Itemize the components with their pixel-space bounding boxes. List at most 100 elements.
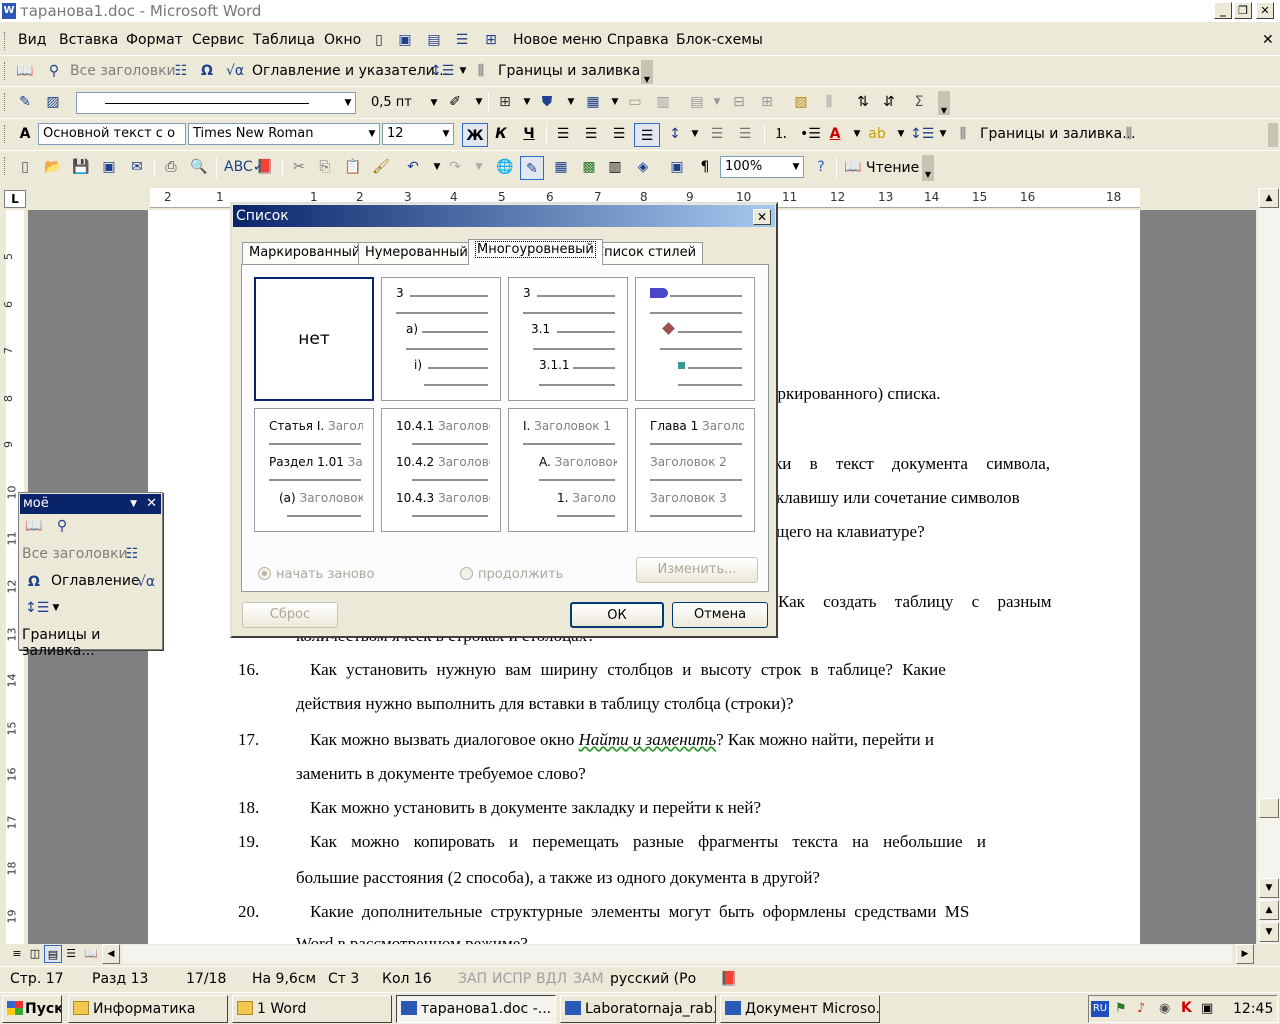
spelling-status-icon[interactable]: 📕 (720, 971, 737, 987)
dialog-close-button[interactable]: ✕ (753, 209, 771, 225)
dialog-title-bar[interactable]: Список ✕ (233, 205, 775, 227)
toolbar-options-chevron[interactable]: ▼ (641, 60, 653, 84)
underline-button[interactable]: Ч (520, 125, 538, 143)
continue-radio[interactable] (460, 567, 473, 580)
permission-icon[interactable]: ▣ (100, 158, 118, 176)
borders-shading-button[interactable]: Границы и заливка... (980, 126, 1136, 142)
taskbar-item[interactable]: 1 Word (232, 995, 392, 1023)
borders-shading-button[interactable]: Границы и заливка... (498, 63, 654, 79)
format-painter-icon[interactable]: 🖌 (372, 158, 390, 176)
tab-selector[interactable]: L (4, 190, 26, 208)
menu-new-menu[interactable]: Новое меню (513, 32, 602, 48)
highlight-icon[interactable]: ab (868, 125, 886, 143)
line-spacing-icon[interactable]: ↕ (666, 125, 684, 143)
chevron-down-icon[interactable]: ▼ (439, 124, 453, 144)
print-icon[interactable]: ⎙ (162, 158, 180, 176)
line-style-combo[interactable]: ▼ (76, 92, 356, 114)
taskbar-item-active[interactable]: таранова1.doc -... (396, 995, 556, 1023)
outline-view-icon[interactable]: ☰ (62, 945, 80, 963)
chevron-down-icon[interactable]: ▼ (562, 93, 580, 111)
omega-icon[interactable]: Ω (25, 573, 43, 591)
line-spacing-icon[interactable]: ↕☰ (25, 599, 49, 617)
floating-toolbar-title[interactable]: моё ▼ ✕ (20, 494, 161, 514)
scroll-thumb[interactable] (1259, 798, 1279, 818)
font-combo[interactable]: Times New Roman ▼ (188, 123, 380, 145)
chevron-down-icon[interactable]: ▼ (428, 158, 446, 176)
align-icon[interactable]: ▤ (688, 93, 706, 111)
binoculars-icon[interactable]: ⚲ (45, 62, 63, 80)
font-color-icon[interactable]: A (826, 125, 844, 143)
taskbar-item[interactable]: Информатика (68, 995, 228, 1023)
status-extend[interactable]: ВДЛ (536, 971, 567, 987)
minimize-button[interactable]: _ (1214, 2, 1232, 19)
chevron-down-icon[interactable]: ▼ (365, 124, 379, 144)
menu-view[interactable]: Вид (18, 32, 46, 48)
document-map-icon[interactable]: 📖 (16, 62, 34, 80)
monitor-icon[interactable]: ▣ (1201, 1001, 1213, 1016)
close-button[interactable]: ✕ (1256, 2, 1274, 19)
style-combo[interactable]: Основной текст с о (38, 123, 186, 145)
list-option-3-3.1-3.1.1[interactable]: 3 3.1 3.1.1 (508, 277, 628, 401)
undo-icon[interactable]: ↶ (404, 158, 422, 176)
menu-grip[interactable] (4, 32, 7, 50)
status-record[interactable]: ЗАП (458, 971, 487, 987)
copy-icon[interactable]: ⎘ (316, 158, 334, 176)
reset-button[interactable]: Сброс (242, 602, 338, 628)
align-left-icon[interactable]: ☰ (554, 125, 572, 143)
shading-color-icon[interactable]: ⛊ (538, 93, 556, 111)
borders-icon[interactable]: ⫼ (1120, 125, 1138, 143)
omega-icon[interactable]: Ω (198, 62, 216, 80)
tab-bulleted[interactable]: Маркированный (242, 242, 368, 264)
chevron-down-icon[interactable]: ▼ (470, 158, 488, 176)
increase-indent-icon[interactable]: ☰ (736, 125, 754, 143)
tables-borders-icon[interactable]: ✎ (520, 156, 544, 180)
outline-icon[interactable]: ☰ (453, 31, 471, 49)
chevron-down-icon[interactable]: ▼ (892, 125, 910, 143)
ok-button[interactable]: ОК (570, 602, 664, 628)
chevron-down-icon[interactable]: ▼ (47, 599, 65, 617)
antivirus-icon[interactable]: K (1181, 1000, 1192, 1016)
structure-icon[interactable]: ⊞ (482, 31, 500, 49)
menu-format[interactable]: Формат (126, 32, 183, 48)
columns-icon[interactable]: ▥ (606, 158, 624, 176)
chevron-down-icon[interactable]: ▼ (454, 62, 472, 80)
first-line-indent-marker[interactable] (260, 188, 270, 196)
align-center-icon[interactable]: ☰ (582, 125, 600, 143)
volume-icon[interactable]: ♪ (1137, 1001, 1145, 1016)
list-option-chapter[interactable]: Глава 1 Заголов Заголовок 2 Заголовок 3 (635, 408, 755, 532)
toolbar-options-chevron[interactable] (1268, 123, 1278, 147)
bullets-icon[interactable]: •☰ (800, 125, 821, 143)
list-dialog[interactable]: Список ✕ Маркированный Нумерованный Мног… (230, 202, 778, 638)
document-map-icon[interactable]: 📖 (25, 517, 43, 535)
taskbar-item[interactable]: Документ Microso... (720, 995, 880, 1023)
open-icon[interactable]: 📂 (44, 158, 62, 176)
close-icon[interactable]: ✕ (146, 494, 157, 514)
paste-icon[interactable]: 📋 (344, 158, 362, 176)
list-option-none[interactable]: нет (254, 277, 374, 401)
toolbar-grip[interactable] (4, 93, 7, 111)
toc-button[interactable]: Оглавление (51, 573, 140, 589)
toc-button[interactable]: Оглавление и указатели... (252, 63, 448, 79)
taskbar-item[interactable]: Laboratornaja_rab... (560, 995, 716, 1023)
cut-icon[interactable]: ✂ (290, 158, 308, 176)
insert-excel-icon[interactable]: ▩ (580, 158, 598, 176)
horizontal-scroll-track[interactable] (122, 945, 1232, 963)
scroll-left-button[interactable]: ◀ (102, 944, 120, 964)
clipboard-icon[interactable]: ▣ (396, 31, 414, 49)
menu-insert[interactable]: Вставка (59, 32, 118, 48)
scroll-up-button[interactable]: ▲ (1259, 188, 1279, 208)
chevron-down-icon[interactable]: ▼ (606, 93, 624, 111)
menu-tools[interactable]: Сервис (192, 32, 244, 48)
print-preview-icon[interactable]: 🔍 (190, 158, 208, 176)
document-map-icon[interactable]: ▣ (668, 158, 686, 176)
zoom-combo[interactable]: 100% ▼ (720, 156, 804, 178)
cancel-button[interactable]: Отмена (672, 602, 768, 628)
vertical-scrollbar[interactable]: ▲ ▼ ▲ ▼ (1258, 188, 1280, 944)
chevron-down-icon[interactable]: ▼ (518, 93, 536, 111)
chevron-down-icon[interactable]: ▼ (708, 93, 726, 111)
sort-ascending-icon[interactable]: ⇅ (854, 93, 872, 111)
menu-window[interactable]: Окно (324, 32, 361, 48)
toolbar-options-chevron[interactable]: ▼ (922, 155, 934, 181)
reading-icon[interactable]: 📖 (844, 158, 862, 176)
list-option-10.4.1[interactable]: 10.4.1 Заголово 10.4.2 Заголово 10.4.3 З… (381, 408, 501, 532)
